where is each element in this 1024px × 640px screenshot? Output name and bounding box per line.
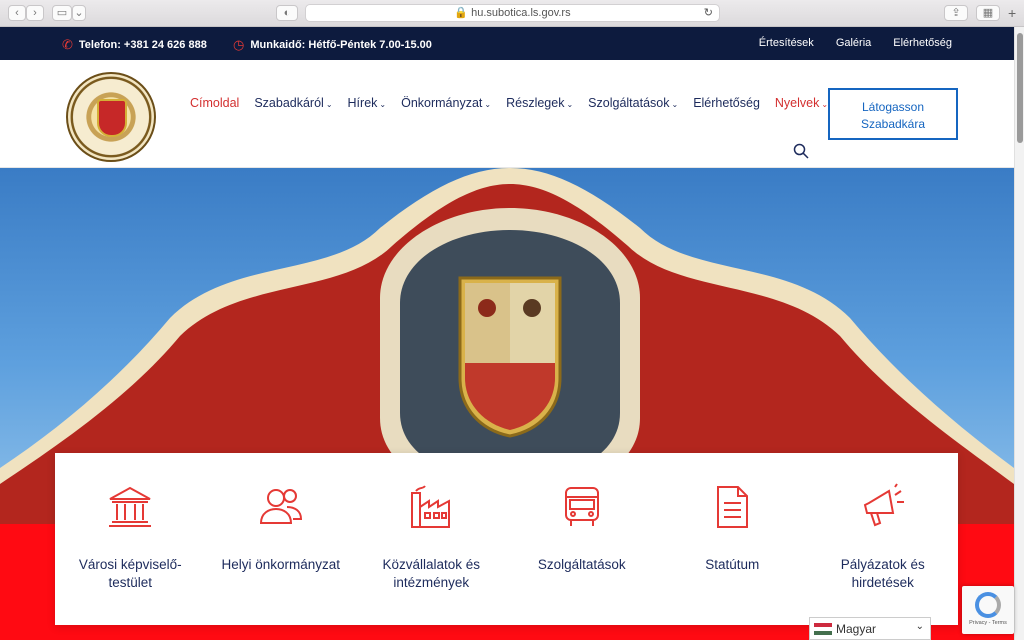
chevron-down-icon: ⌄ xyxy=(484,100,492,109)
nav-label: Nyelvek xyxy=(774,96,820,110)
nav-item-about[interactable]: Szabadkáról ⌄ xyxy=(254,96,332,110)
main-navigation: Címoldal Szabadkáról ⌄ Hírek ⌄ Önkormányza… xyxy=(190,96,828,110)
link-notifications[interactable]: Értesítések xyxy=(759,37,814,49)
top-links: Értesítések Galéria Elérhetőség xyxy=(759,37,952,49)
nav-label: Elérhetőség xyxy=(693,96,760,110)
clock-icon: ◷ xyxy=(233,37,245,52)
city-coat-of-arms-logo[interactable] xyxy=(66,72,156,162)
reload-icon[interactable]: ↻ xyxy=(704,5,713,22)
nav-label: Címoldal xyxy=(190,96,240,110)
chevron-down-icon: ⌄ xyxy=(915,621,924,632)
top-info-bar: ✆ Telefon: +381 24 626 888 ◷ Munkaidő: H… xyxy=(0,27,1014,60)
nav-label: Önkormányzat xyxy=(401,96,483,110)
nav-item-government[interactable]: Önkormányzat ⌄ xyxy=(401,96,491,110)
forward-button[interactable]: › xyxy=(26,5,44,21)
factory-icon xyxy=(411,485,451,528)
language-label: Magyar xyxy=(836,621,877,636)
chevron-down-icon: ⌄ xyxy=(325,100,333,109)
phone-icon: ✆ xyxy=(62,37,73,52)
back-button[interactable]: ‹ xyxy=(8,5,26,21)
nav-item-news[interactable]: Hírek ⌄ xyxy=(348,96,387,110)
scrollbar-thumb[interactable] xyxy=(1017,33,1023,143)
page-scrollbar[interactable] xyxy=(1014,27,1024,640)
card-label: Közvállalatok és intézmények xyxy=(382,557,481,590)
sidebar-toggle-icon[interactable]: ▭ xyxy=(52,5,72,21)
card-public-enterprises[interactable]: Közvállalatok és intézmények xyxy=(356,453,507,625)
nav-item-contact[interactable]: Elérhetőség xyxy=(693,96,760,110)
document-icon xyxy=(717,486,749,528)
hours-text: Munkaidő: Hétfő-Péntek 7.00-15.00 xyxy=(250,39,432,51)
card-statute[interactable]: Statútum xyxy=(657,453,808,625)
privacy-icon[interactable]: ◐ xyxy=(276,5,298,21)
visit-button-line2: Szabadkára xyxy=(860,117,926,131)
nav-label: Szabadkáról xyxy=(254,96,324,110)
megaphone-icon xyxy=(863,483,904,527)
nav-item-languages[interactable]: Nyelvek ⌄ xyxy=(775,96,828,110)
url-text: hu.subotica.ls.gov.rs xyxy=(471,7,571,19)
card-label: Statútum xyxy=(705,557,760,572)
card-city-assembly[interactable]: Városi képviselő-testület xyxy=(55,453,206,625)
hours-info: ◷ Munkaidő: Hétfő-Péntek 7.00-15.00 xyxy=(233,37,432,53)
bus-icon xyxy=(564,487,599,526)
nav-label: Részlegek xyxy=(506,96,565,110)
card-tenders-announcements[interactable]: Pályázatok és hirdetések xyxy=(808,453,959,625)
address-bar[interactable]: 🔒 hu.subotica.ls.gov.rs ↻ xyxy=(305,4,720,22)
phone-text: Telefon: +381 24 626 888 xyxy=(78,39,207,51)
language-selector[interactable]: Magyar ⌄ xyxy=(809,617,931,640)
share-icon[interactable]: ⇪ xyxy=(944,5,968,21)
card-services[interactable]: Szolgáltatások xyxy=(507,453,658,625)
site-header: Címoldal Szabadkáról ⌄ Hírek ⌄ Önkormányza… xyxy=(0,60,1014,168)
new-tab-icon[interactable]: + xyxy=(1008,5,1016,21)
nav-label: Hírek xyxy=(347,96,378,110)
recaptcha-icon xyxy=(975,592,1001,618)
link-gallery[interactable]: Galéria xyxy=(836,37,871,49)
chevron-down-icon: ⌄ xyxy=(671,100,679,109)
card-label: Pályázatok és hirdetések xyxy=(840,557,925,590)
recaptcha-badge[interactable]: Privacy - Terms xyxy=(962,586,1014,634)
chevron-down-icon: ⌄ xyxy=(566,100,574,109)
card-label: Szolgáltatások xyxy=(537,557,626,572)
nav-item-services[interactable]: Szolgáltatások ⌄ xyxy=(588,96,678,110)
recaptcha-text: Privacy - Terms xyxy=(969,620,1007,626)
nav-item-departments[interactable]: Részlegek ⌄ xyxy=(506,96,573,110)
chevron-down-icon[interactable]: ⌄ xyxy=(72,5,86,21)
tabs-icon[interactable]: ▦ xyxy=(976,5,1000,21)
shield-emblem xyxy=(97,99,127,137)
city-hall-icon xyxy=(109,486,152,527)
browser-toolbar: ‹ › ▭ ⌄ ◐ 🔒 hu.subotica.ls.gov.rs ↻ ⇪ ▦ … xyxy=(0,0,1024,27)
hungarian-flag-icon xyxy=(814,622,832,635)
card-local-government[interactable]: Helyi önkormányzat xyxy=(206,453,357,625)
phone-info[interactable]: ✆ Telefon: +381 24 626 888 xyxy=(62,37,207,53)
people-icon xyxy=(259,489,302,524)
visit-button-line1: Látogasson xyxy=(861,100,925,114)
card-label: Helyi önkormányzat xyxy=(221,557,341,572)
nav-label: Szolgáltatások xyxy=(588,96,670,110)
search-icon[interactable] xyxy=(793,143,809,159)
chevron-down-icon: ⌄ xyxy=(379,100,387,109)
visit-subotica-button[interactable]: Látogasson Szabadkára xyxy=(828,88,958,140)
link-contact[interactable]: Elérhetőség xyxy=(893,37,952,49)
card-label: Városi képviselő-testület xyxy=(78,557,182,590)
quick-links-panel: Városi képviselő-testület Helyi önkormán… xyxy=(55,453,958,625)
nav-item-home[interactable]: Címoldal xyxy=(190,96,239,110)
